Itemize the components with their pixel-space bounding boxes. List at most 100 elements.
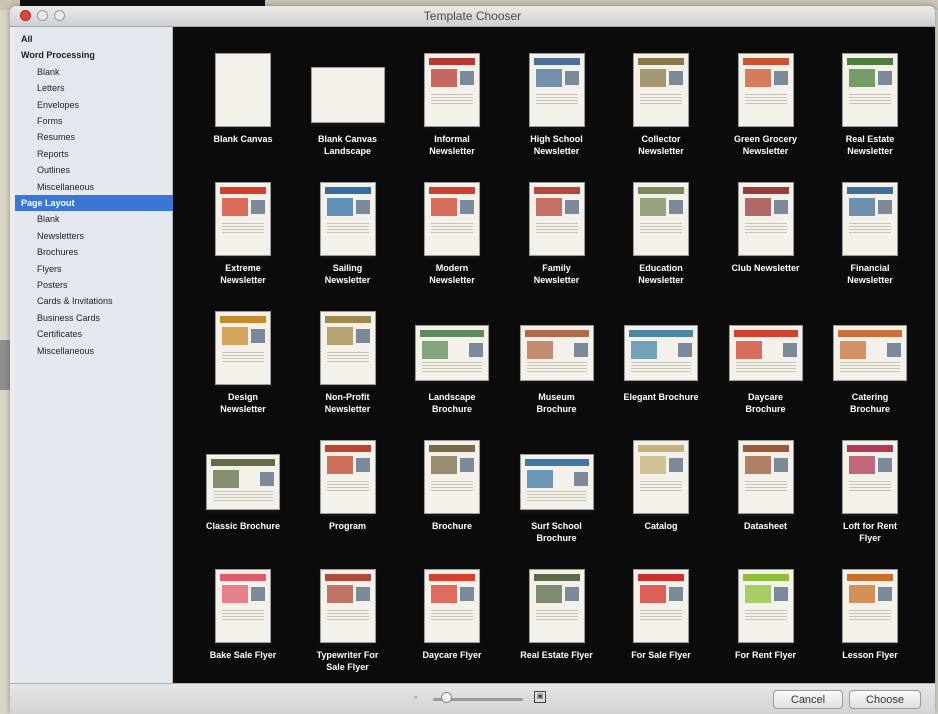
template-item[interactable]: Loft for Rent Flyer — [817, 436, 923, 564]
template-item[interactable]: Blank Canvas Landscape — [295, 49, 401, 177]
thumbnail-photo — [744, 69, 771, 87]
sidebar-item[interactable]: Page Layout — [15, 195, 178, 211]
sidebar-item[interactable]: Brochures — [15, 244, 194, 260]
zoom-slider-knob[interactable] — [440, 692, 452, 703]
template-item[interactable]: Blank Canvas — [190, 49, 296, 177]
template-item[interactable]: Catalog — [608, 436, 714, 564]
sidebar-item[interactable]: Certificates — [15, 326, 194, 342]
template-name: Education Newsletter — [638, 263, 684, 285]
sidebar-item[interactable]: Word Processing — [15, 47, 178, 63]
sidebar-item[interactable]: Flyers — [15, 261, 194, 277]
template-thumbnail — [528, 53, 585, 127]
template-thumbnail — [842, 569, 898, 643]
template-item[interactable]: Family Newsletter — [504, 178, 610, 306]
template-name: Club Newsletter — [731, 263, 800, 273]
thumbnail-photo-small — [878, 587, 892, 601]
thumbnail-header-band — [429, 445, 475, 452]
template-item[interactable]: Classic Brochure — [190, 436, 296, 564]
template-item[interactable]: For Rent Flyer — [713, 565, 819, 693]
thumbnail-text-lines — [744, 610, 787, 622]
template-item[interactable]: Extreme Newsletter — [190, 178, 296, 306]
template-item[interactable]: Daycare Brochure — [713, 307, 819, 435]
template-item[interactable]: Elegant Brochure — [608, 307, 714, 435]
template-thumbnail — [842, 440, 898, 514]
template-item[interactable]: Real Estate Newsletter — [817, 49, 923, 177]
thumbnail-text-lines — [535, 610, 578, 622]
thumbnail-photo — [849, 69, 875, 87]
template-item[interactable]: Real Estate Flyer — [504, 565, 610, 693]
template-item[interactable]: Landscape Brochure — [399, 307, 505, 435]
title-bar[interactable]: Template Chooser — [10, 6, 935, 27]
template-name: Surf School Brochure — [531, 521, 582, 543]
template-thumbnail — [215, 569, 271, 643]
thumbnail-photo-small — [460, 587, 474, 601]
thumbnail-photo-small — [564, 71, 579, 85]
sidebar-item[interactable]: Miscellaneous — [15, 343, 194, 359]
sidebar-item[interactable]: Newsletters — [15, 228, 194, 244]
template-thumbnail — [319, 311, 376, 385]
choose-button[interactable]: Choose — [849, 690, 921, 709]
template-item[interactable]: Non-Profit Newsletter — [295, 307, 401, 435]
thumbnail-photo-small — [887, 343, 901, 357]
template-item[interactable]: Informal Newsletter — [399, 49, 505, 177]
template-item[interactable]: Club Newsletter — [713, 178, 819, 306]
template-name: Blank Canvas — [213, 134, 273, 144]
cancel-button[interactable]: Cancel — [773, 690, 843, 709]
template-item[interactable]: Sailing Newsletter — [295, 178, 401, 306]
thumbnail-header-band — [524, 459, 589, 466]
template-item[interactable]: Datasheet — [713, 436, 819, 564]
template-thumbnail — [528, 182, 585, 256]
template-item[interactable]: Design Newsletter — [190, 307, 296, 435]
template-item[interactable]: Surf School Brochure — [504, 436, 610, 564]
thumbnail-text-lines — [222, 610, 264, 622]
template-item[interactable]: Catering Brochure — [817, 307, 923, 435]
sidebar-item[interactable]: Miscellaneous — [15, 179, 194, 195]
template-thumbnail — [424, 182, 480, 256]
thumbnail-text-lines — [326, 352, 369, 364]
sidebar-item[interactable]: All — [15, 31, 178, 47]
thumbnail-photo-small — [773, 458, 788, 472]
template-item[interactable]: Green Grocery Newsletter — [713, 49, 819, 177]
sidebar-item[interactable]: Cards & Invitations — [15, 293, 194, 309]
template-item[interactable]: For Sale Flyer — [608, 565, 714, 693]
sidebar-item[interactable]: Outlines — [15, 162, 194, 178]
thumbnail-header-band — [742, 58, 789, 65]
thumbnail-photo — [526, 341, 553, 359]
thumbnail-text-lines — [526, 491, 587, 503]
thumbnail-header-band — [638, 445, 684, 452]
template-item[interactable]: Bake Sale Flyer — [190, 565, 296, 693]
zoom-out-icon[interactable]: ▫ — [414, 692, 417, 702]
thumbnail-photo — [744, 456, 771, 474]
template-item[interactable]: Program — [295, 436, 401, 564]
template-thumbnail — [319, 182, 376, 256]
sidebar-item[interactable]: Reports — [15, 146, 194, 162]
template-item[interactable]: Brochure — [399, 436, 505, 564]
template-name: High School Newsletter — [530, 134, 583, 156]
template-item[interactable]: Lesson Flyer — [817, 565, 923, 693]
template-item[interactable]: Modern Newsletter — [399, 178, 505, 306]
template-item[interactable]: Daycare Flyer — [399, 565, 505, 693]
sidebar-item[interactable]: Blank — [15, 211, 194, 227]
sidebar-item[interactable]: Envelopes — [15, 97, 194, 113]
zoom-in-icon[interactable]: ▣ — [534, 691, 546, 703]
template-item[interactable]: Collector Newsletter — [608, 49, 714, 177]
template-name: Typewriter For Sale Flyer — [316, 650, 379, 672]
sidebar-item[interactable]: Blank — [15, 64, 194, 80]
template-item[interactable]: Financial Newsletter — [817, 178, 923, 306]
sidebar-item[interactable]: Letters — [15, 80, 194, 96]
template-name: Catalog — [644, 521, 678, 531]
thumbnail-header-band — [429, 58, 475, 65]
thumbnail-photo-small — [251, 329, 265, 343]
template-item[interactable]: High School Newsletter — [504, 49, 610, 177]
sidebar-item[interactable]: Resumes — [15, 129, 194, 145]
template-item[interactable]: Museum Brochure — [504, 307, 610, 435]
sidebar-item[interactable]: Posters — [15, 277, 194, 293]
thumbnail-photo — [849, 456, 875, 474]
thumbnail-header-band — [742, 445, 789, 452]
thumbnail-text-lines — [744, 223, 787, 235]
sidebar-item[interactable]: Business Cards — [15, 310, 194, 326]
template-item[interactable]: Typewriter For Sale Flyer — [295, 565, 401, 693]
sidebar-item[interactable]: Forms — [15, 113, 194, 129]
thumbnail-photo — [840, 341, 866, 359]
template-item[interactable]: Education Newsletter — [608, 178, 714, 306]
